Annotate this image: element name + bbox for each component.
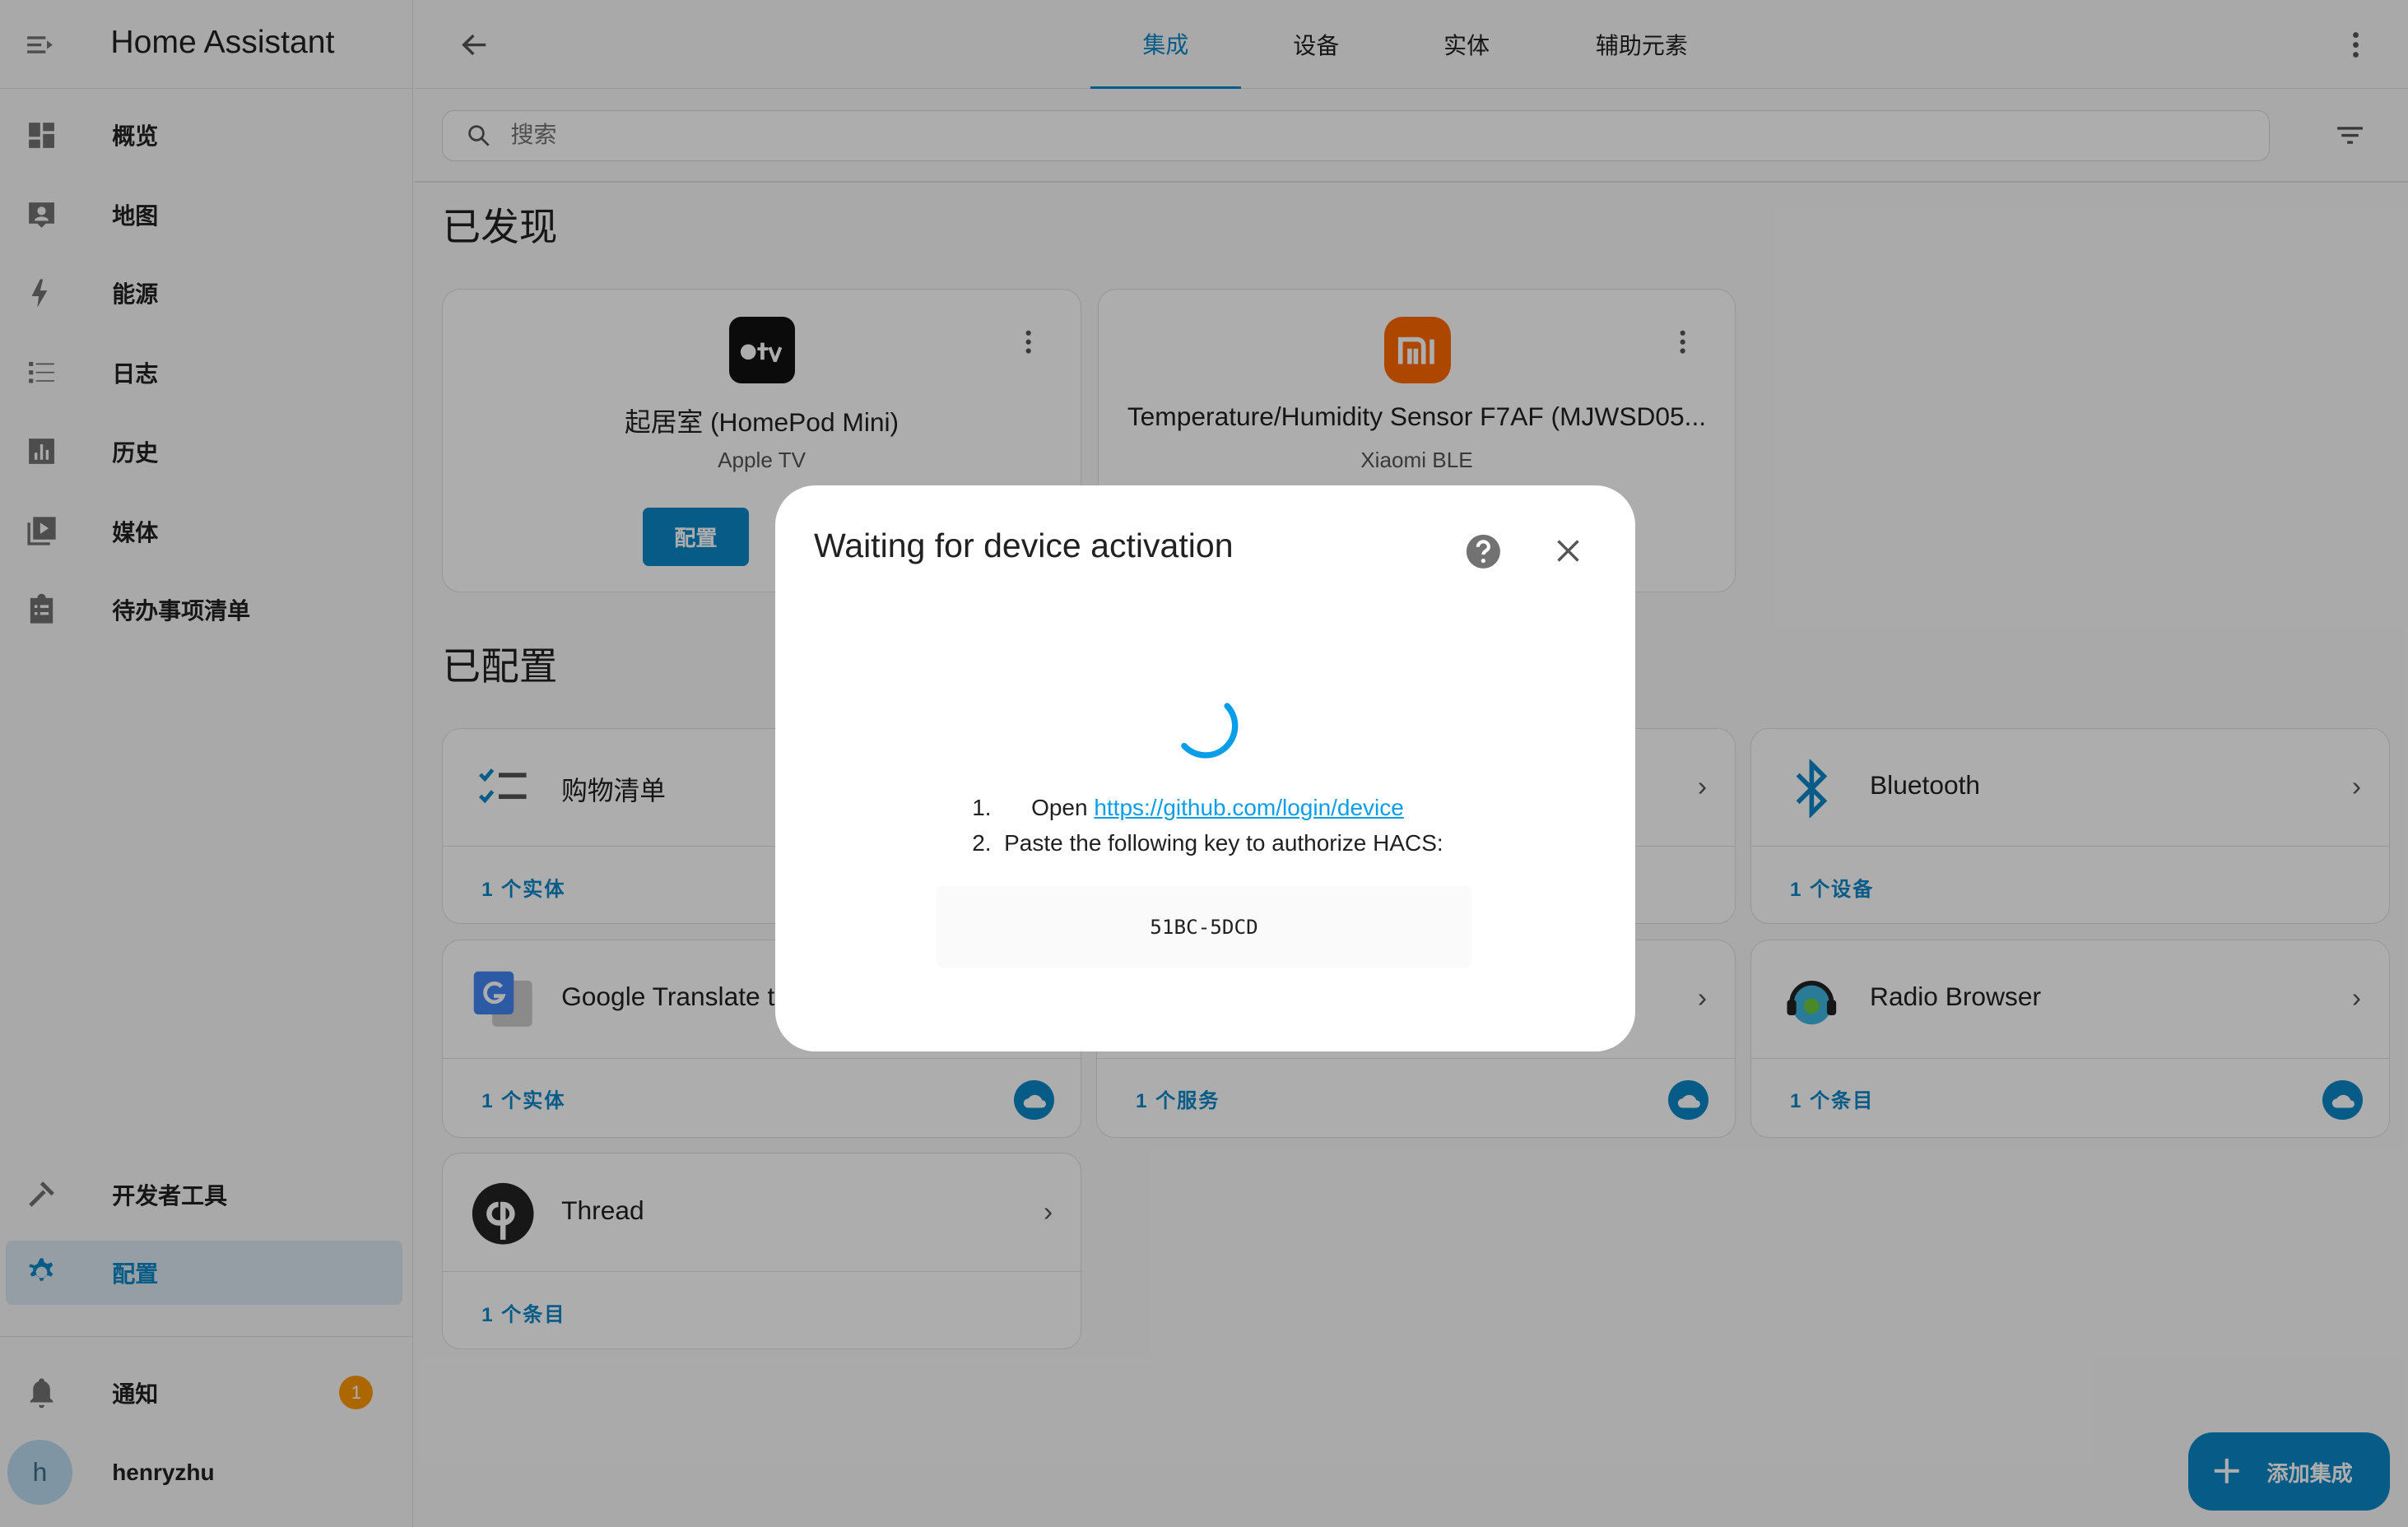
help-icon[interactable] bbox=[1465, 533, 1502, 570]
instruction-step-1: 1. Open https://github.com/login/device bbox=[972, 795, 1404, 821]
activation-code[interactable]: 51BC-5DCD bbox=[937, 885, 1471, 968]
github-device-link[interactable]: https://github.com/login/device bbox=[1094, 795, 1403, 820]
loading-spinner bbox=[1181, 703, 1239, 759]
instructions: 1. Open https://github.com/login/device 2… bbox=[972, 791, 1443, 861]
close-icon[interactable] bbox=[1551, 534, 1585, 568]
device-activation-dialog: Waiting for device activation 1. Open htt… bbox=[775, 485, 1636, 1052]
dialog-title: Waiting for device activation bbox=[814, 527, 1234, 565]
instruction-step-2: 2. Paste the following key to authorize … bbox=[972, 829, 1443, 856]
